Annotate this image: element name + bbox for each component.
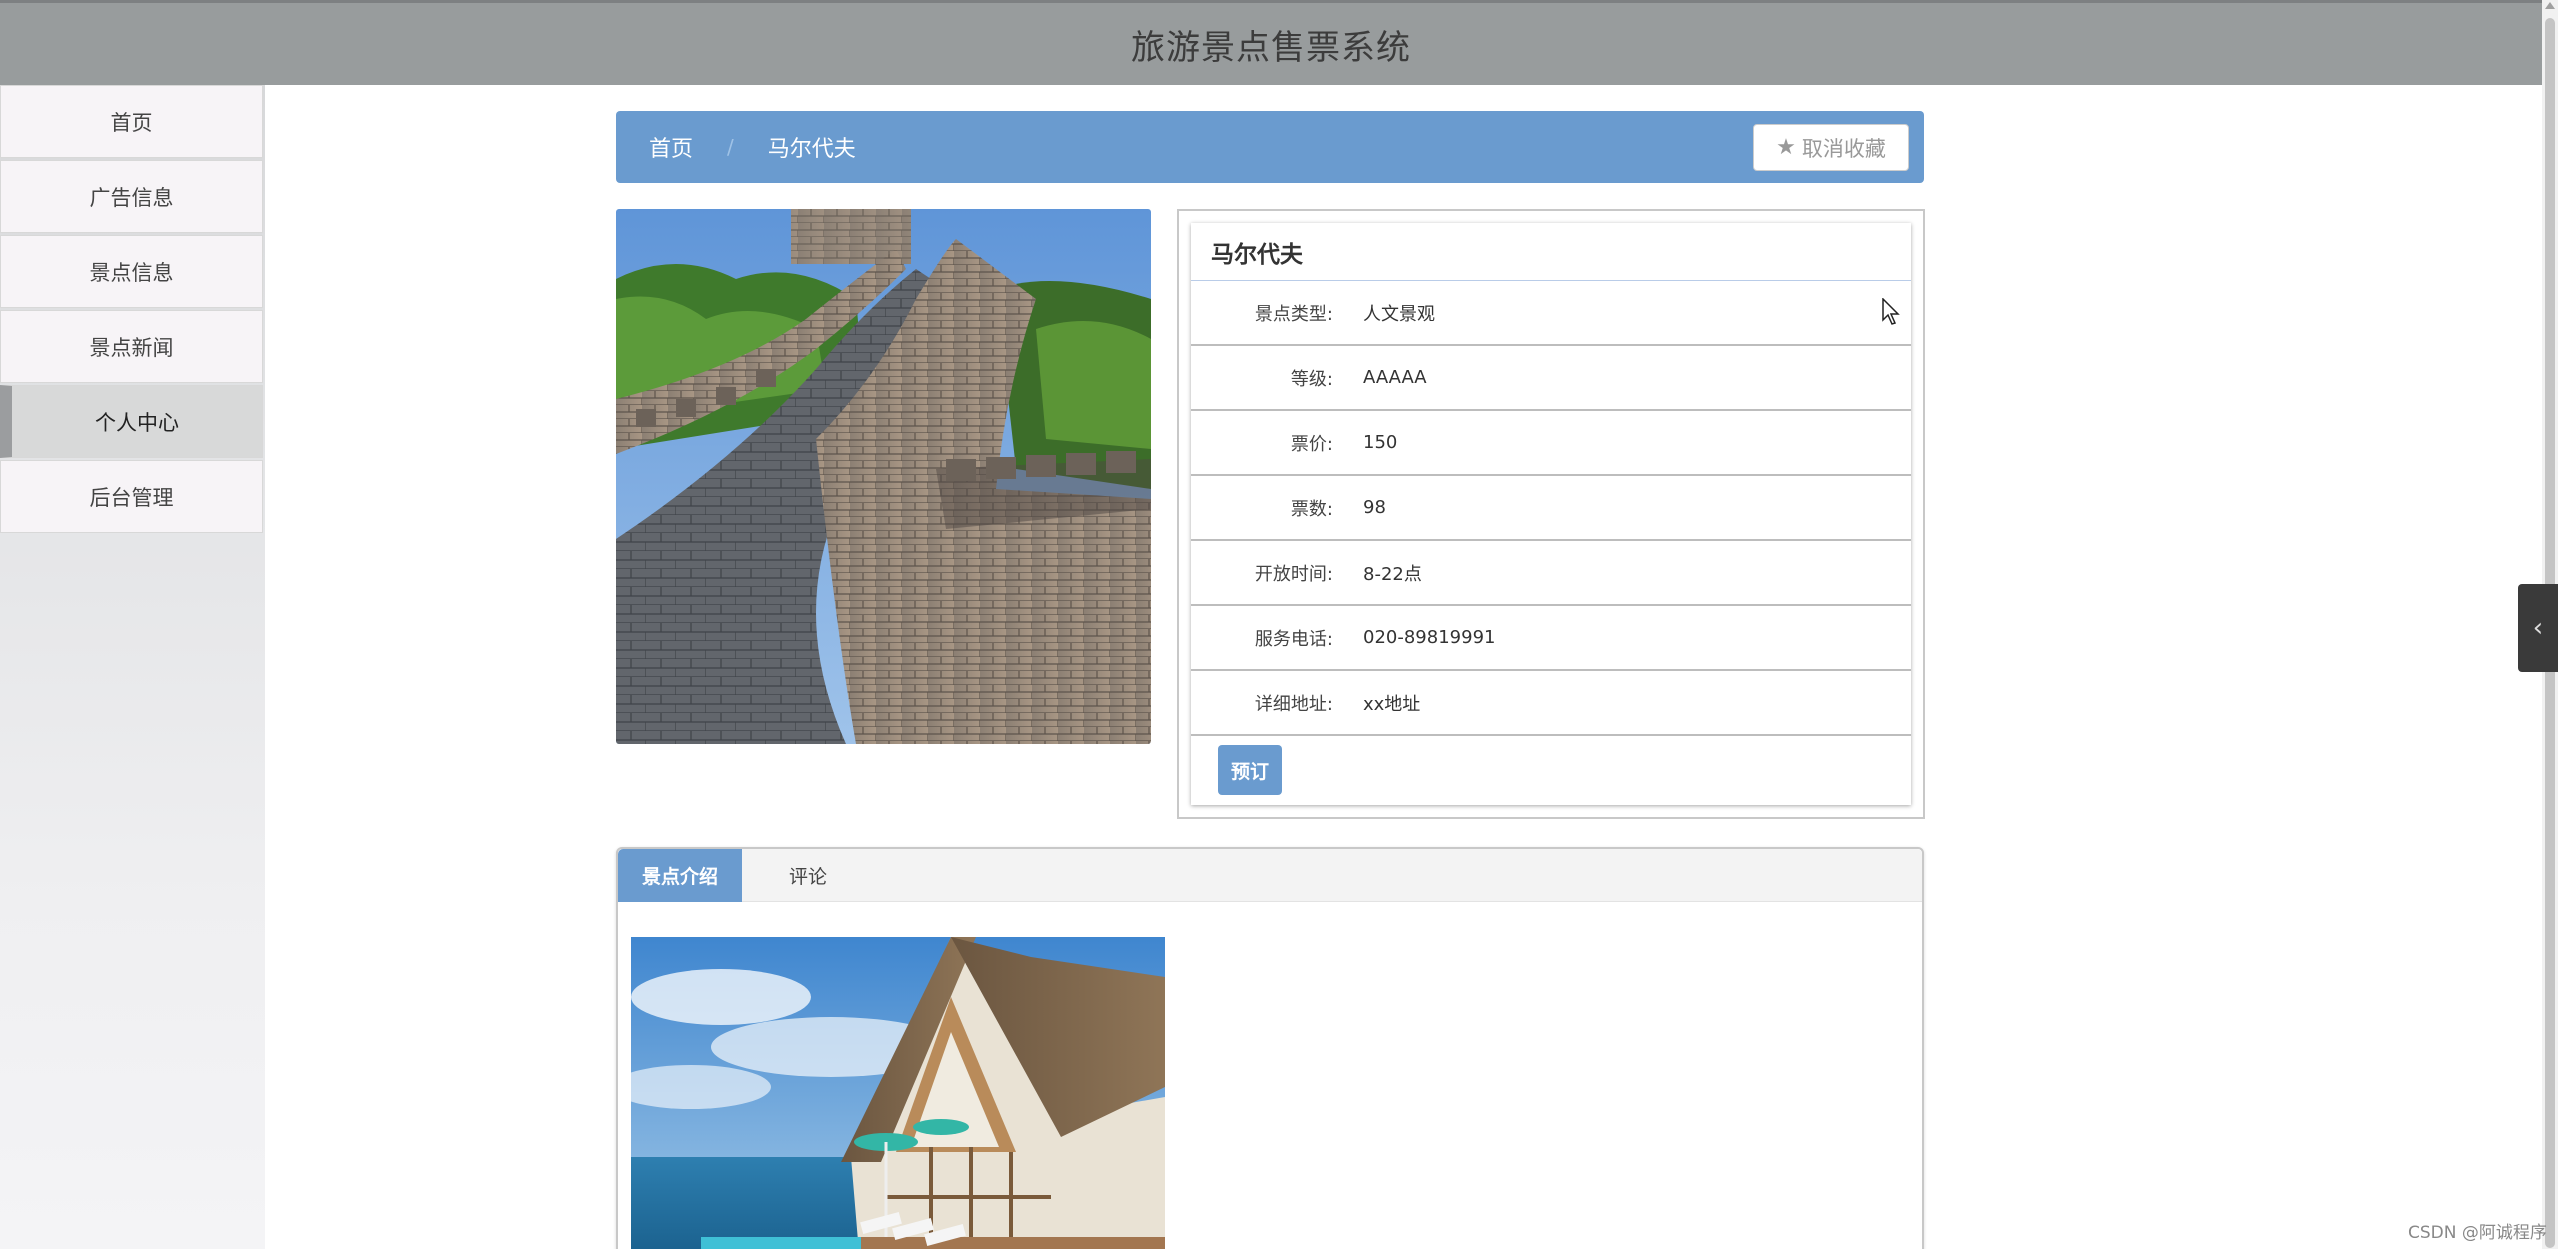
detail-label: 服务电话:: [1254, 628, 1333, 650]
detail-value: 020-89819991: [1363, 627, 1496, 648]
breadcrumb-home-link[interactable]: 首页: [649, 131, 693, 163]
detail-row-level: 等级: AAAAA: [1191, 346, 1911, 411]
detail-row-address: 详细地址: xx地址: [1191, 671, 1911, 736]
attraction-detail-panel: 马尔代夫 景点类型: 人文景观 等级: AAAAA 票价: 150 票数: 98…: [1177, 209, 1925, 819]
unfavorite-button[interactable]: ★ 取消收藏: [1753, 124, 1909, 171]
tabs-header: 景点介绍 评论: [618, 849, 1922, 902]
scroll-up-arrow-icon[interactable]: [2545, 2, 2555, 9]
csdn-watermark: CSDN @阿诚程序: [2408, 1223, 2547, 1243]
unfavorite-label: 取消收藏: [1801, 136, 1886, 161]
breadcrumb-separator: /: [727, 135, 734, 159]
introduction-image: [631, 937, 1165, 1249]
sidebar-item-attractions[interactable]: 景点信息: [0, 235, 263, 308]
detail-row-type: 景点类型: 人文景观: [1191, 281, 1911, 346]
mouse-cursor-icon: [1882, 297, 1900, 330]
detail-label: 开放时间:: [1254, 563, 1333, 585]
sidebar-item-news[interactable]: 景点新闻: [0, 310, 263, 383]
attraction-main-image: [616, 209, 1151, 744]
breadcrumb-current: 马尔代夫: [767, 137, 856, 162]
detail-actions: 预订: [1191, 736, 1911, 804]
sidebar-item-admin[interactable]: 后台管理: [0, 460, 263, 533]
detail-value: 98: [1363, 497, 1386, 518]
chevron-left-icon: ‹: [2532, 613, 2544, 643]
detail-value: xx地址: [1363, 693, 1421, 715]
app-title: 旅游景点售票系统: [1131, 27, 1411, 68]
attraction-tabs-panel: 景点介绍 评论: [616, 847, 1924, 1249]
sidebar-item-ads[interactable]: 广告信息: [0, 160, 263, 233]
detail-value: AAAAA: [1363, 367, 1427, 388]
star-icon: ★: [1776, 135, 1796, 160]
book-button[interactable]: 预订: [1218, 745, 1282, 795]
breadcrumb: 首页 / 马尔代夫 ★ 取消收藏: [616, 111, 1924, 183]
page: 旅游景点售票系统 首页 广告信息 景点信息 景点新闻 个人中心 后台管理 首页 …: [0, 0, 2558, 1249]
detail-row-phone: 服务电话: 020-89819991: [1191, 606, 1911, 671]
sidebar-item-personal-center[interactable]: 个人中心: [0, 385, 263, 458]
detail-value: 150: [1363, 432, 1398, 453]
detail-row-tickets: 票数: 98: [1191, 476, 1911, 541]
sidebar-nav: 首页 广告信息 景点信息 景点新闻 个人中心 后台管理: [0, 85, 265, 1249]
detail-value: 人文景观: [1363, 303, 1435, 325]
detail-label: 票数:: [1290, 498, 1333, 520]
detail-label: 等级:: [1290, 368, 1333, 390]
attraction-detail-card: 马尔代夫 景点类型: 人文景观 等级: AAAAA 票价: 150 票数: 98…: [1191, 223, 1911, 805]
sidebar-item-home[interactable]: 首页: [0, 85, 263, 158]
tab-introduction[interactable]: 景点介绍: [618, 849, 742, 902]
detail-label: 票价:: [1290, 433, 1333, 455]
detail-label: 景点类型:: [1254, 303, 1333, 325]
attraction-name: 马尔代夫: [1191, 223, 1911, 281]
detail-value: 8-22点: [1363, 563, 1422, 585]
side-panel-toggle[interactable]: ‹: [2518, 584, 2558, 672]
detail-row-hours: 开放时间: 8-22点: [1191, 541, 1911, 606]
tab-comments[interactable]: 评论: [742, 849, 874, 902]
app-header: 旅游景点售票系统: [0, 0, 2542, 85]
detail-label: 详细地址:: [1254, 693, 1333, 715]
detail-row-price: 票价: 150: [1191, 411, 1911, 476]
